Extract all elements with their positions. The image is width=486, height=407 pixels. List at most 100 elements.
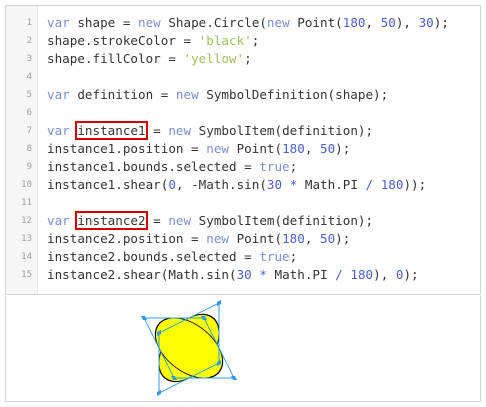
code-token: * xyxy=(259,267,267,282)
code-token: = xyxy=(145,123,169,138)
code-token: definition = xyxy=(69,87,176,102)
code-token: Math.PI xyxy=(297,177,366,192)
code-token: ; xyxy=(289,159,298,174)
code-token: SymbolItem(definition); xyxy=(191,213,374,228)
line-number: 13 xyxy=(21,234,32,244)
code-text: instance2.shear(Math.sin(30 * Math.PI / … xyxy=(47,266,419,284)
code-token: ), xyxy=(373,267,396,282)
code-token: , xyxy=(304,141,320,156)
code-token: instance1.position = xyxy=(47,141,207,156)
line-number: 6 xyxy=(26,108,32,118)
code-token: new xyxy=(168,123,192,138)
code-token: new xyxy=(206,141,229,156)
code-line[interactable]: 9 instance1.bounds.selected = true; xyxy=(6,158,480,176)
code-token: , xyxy=(304,231,320,246)
code-token: new xyxy=(138,15,161,30)
code-token: instance1.bounds.selected = xyxy=(47,159,260,174)
code-token: new xyxy=(168,213,192,228)
code-line[interactable]: 2 shape.strokeColor = 'black'; xyxy=(6,32,480,50)
line-number: 3 xyxy=(26,54,32,64)
code-token: ); xyxy=(335,141,351,156)
code-token: instance1.shear( xyxy=(47,177,169,192)
code-token: , -Math.sin( xyxy=(175,177,267,192)
line-number: 12 xyxy=(21,216,32,226)
line-number: 14 xyxy=(21,252,32,262)
code-token: true xyxy=(259,249,290,264)
code-token: Point( xyxy=(289,15,343,30)
code-token: shape.strokeColor = xyxy=(47,33,199,48)
code-text: instance1.shear(0, -Math.sin(30 * Math.P… xyxy=(47,176,426,194)
code-text: var instance1 = new SymbolItem(definitio… xyxy=(47,121,374,140)
code-token: / xyxy=(365,177,374,192)
code-line[interactable]: 15 instance2.shear(Math.sin(30 * Math.PI … xyxy=(6,266,480,284)
code-line[interactable]: 1 var shape = new Shape.Circle(new Point(… xyxy=(6,14,480,32)
code-token: Point( xyxy=(228,231,283,246)
line-number: 4 xyxy=(26,72,32,82)
highlighted-identifier: instance2 xyxy=(75,211,148,230)
instance2-symbol xyxy=(154,317,224,379)
code-area[interactable]: 1 var shape = new Shape.Circle(new Point(… xyxy=(6,14,480,284)
line-number: 1 xyxy=(26,18,32,28)
code-editor[interactable]: 1 var shape = new Shape.Circle(new Point(… xyxy=(5,5,481,295)
code-line[interactable]: 12 var instance2 = new SymbolItem(definit… xyxy=(6,211,480,230)
code-line[interactable]: 10 instance1.shear(0, -Math.sin(30 * Math… xyxy=(6,176,480,194)
code-line[interactable]: 13 instance2.position = new Point(180, 50… xyxy=(6,230,480,248)
code-token: / xyxy=(335,267,343,282)
code-token: var xyxy=(47,87,70,102)
code-line[interactable]: 8 instance1.position = new Point(180, 50)… xyxy=(6,140,480,158)
code-token: 180 xyxy=(282,141,305,156)
code-token: 50 xyxy=(380,15,396,30)
line-number: 11 xyxy=(21,198,32,208)
code-token: ), xyxy=(395,15,419,30)
code-token: new xyxy=(175,87,199,102)
code-text: var instance2 = new SymbolItem(definitio… xyxy=(47,211,374,230)
code-text: instance1.position = new Point(180, 50); xyxy=(47,140,350,158)
code-line[interactable]: 7 var instance1 = new SymbolItem(definiti… xyxy=(6,121,480,140)
code-text: instance2.position = new Point(180, 50); xyxy=(47,230,350,248)
code-token: shape.fillColor = xyxy=(47,51,184,66)
code-token: 180 xyxy=(282,231,305,246)
code-token: SymbolDefinition(shape); xyxy=(198,87,389,102)
code-token: ); xyxy=(403,267,419,282)
code-token: )); xyxy=(403,177,427,192)
code-token: 0 xyxy=(168,177,176,192)
code-line[interactable]: 14 instance2.bounds.selected = true; xyxy=(6,248,480,266)
canvas-svg xyxy=(141,300,237,396)
code-token: 180 xyxy=(380,177,404,192)
code-token: , xyxy=(365,15,381,30)
code-token: true xyxy=(259,159,290,174)
code-token: 30 xyxy=(418,15,434,30)
code-token: ); xyxy=(433,15,449,30)
code-token: var xyxy=(47,213,70,228)
code-token: SymbolItem(definition); xyxy=(191,123,374,138)
instance2-circle xyxy=(154,317,224,379)
line-number: 9 xyxy=(26,162,32,172)
code-token: 180 xyxy=(342,15,366,30)
code-token: Point( xyxy=(228,141,283,156)
code-token: = xyxy=(145,213,169,228)
code-token: ; xyxy=(251,33,260,48)
line-number: 15 xyxy=(21,270,32,280)
line-number: 2 xyxy=(26,36,32,46)
code-token: ; xyxy=(244,51,252,66)
code-line[interactable]: 4 xyxy=(6,68,480,86)
code-line[interactable]: 3 shape.fillColor = 'yellow'; xyxy=(6,50,480,68)
code-line[interactable]: 11 xyxy=(6,194,480,212)
code-token: var xyxy=(47,15,70,30)
code-token: Math.PI xyxy=(266,267,336,282)
code-token: 50 xyxy=(319,231,336,246)
code-text: shape.strokeColor = 'black'; xyxy=(47,32,259,50)
code-token: new xyxy=(266,15,290,30)
code-token: Shape.Circle( xyxy=(160,15,267,30)
line-number: 10 xyxy=(21,180,32,190)
code-token: 30 xyxy=(236,267,252,282)
code-line[interactable]: 6 xyxy=(6,104,480,122)
code-text: instance1.bounds.selected = true; xyxy=(47,158,297,176)
code-token: instance2.shear(Math.sin( xyxy=(47,267,237,282)
output-canvas[interactable] xyxy=(5,296,481,402)
code-line[interactable]: 5 var definition = new SymbolDefinition(s… xyxy=(6,86,480,104)
code-text: var definition = new SymbolDefinition(sh… xyxy=(47,86,388,104)
symbol-instances xyxy=(141,300,237,396)
